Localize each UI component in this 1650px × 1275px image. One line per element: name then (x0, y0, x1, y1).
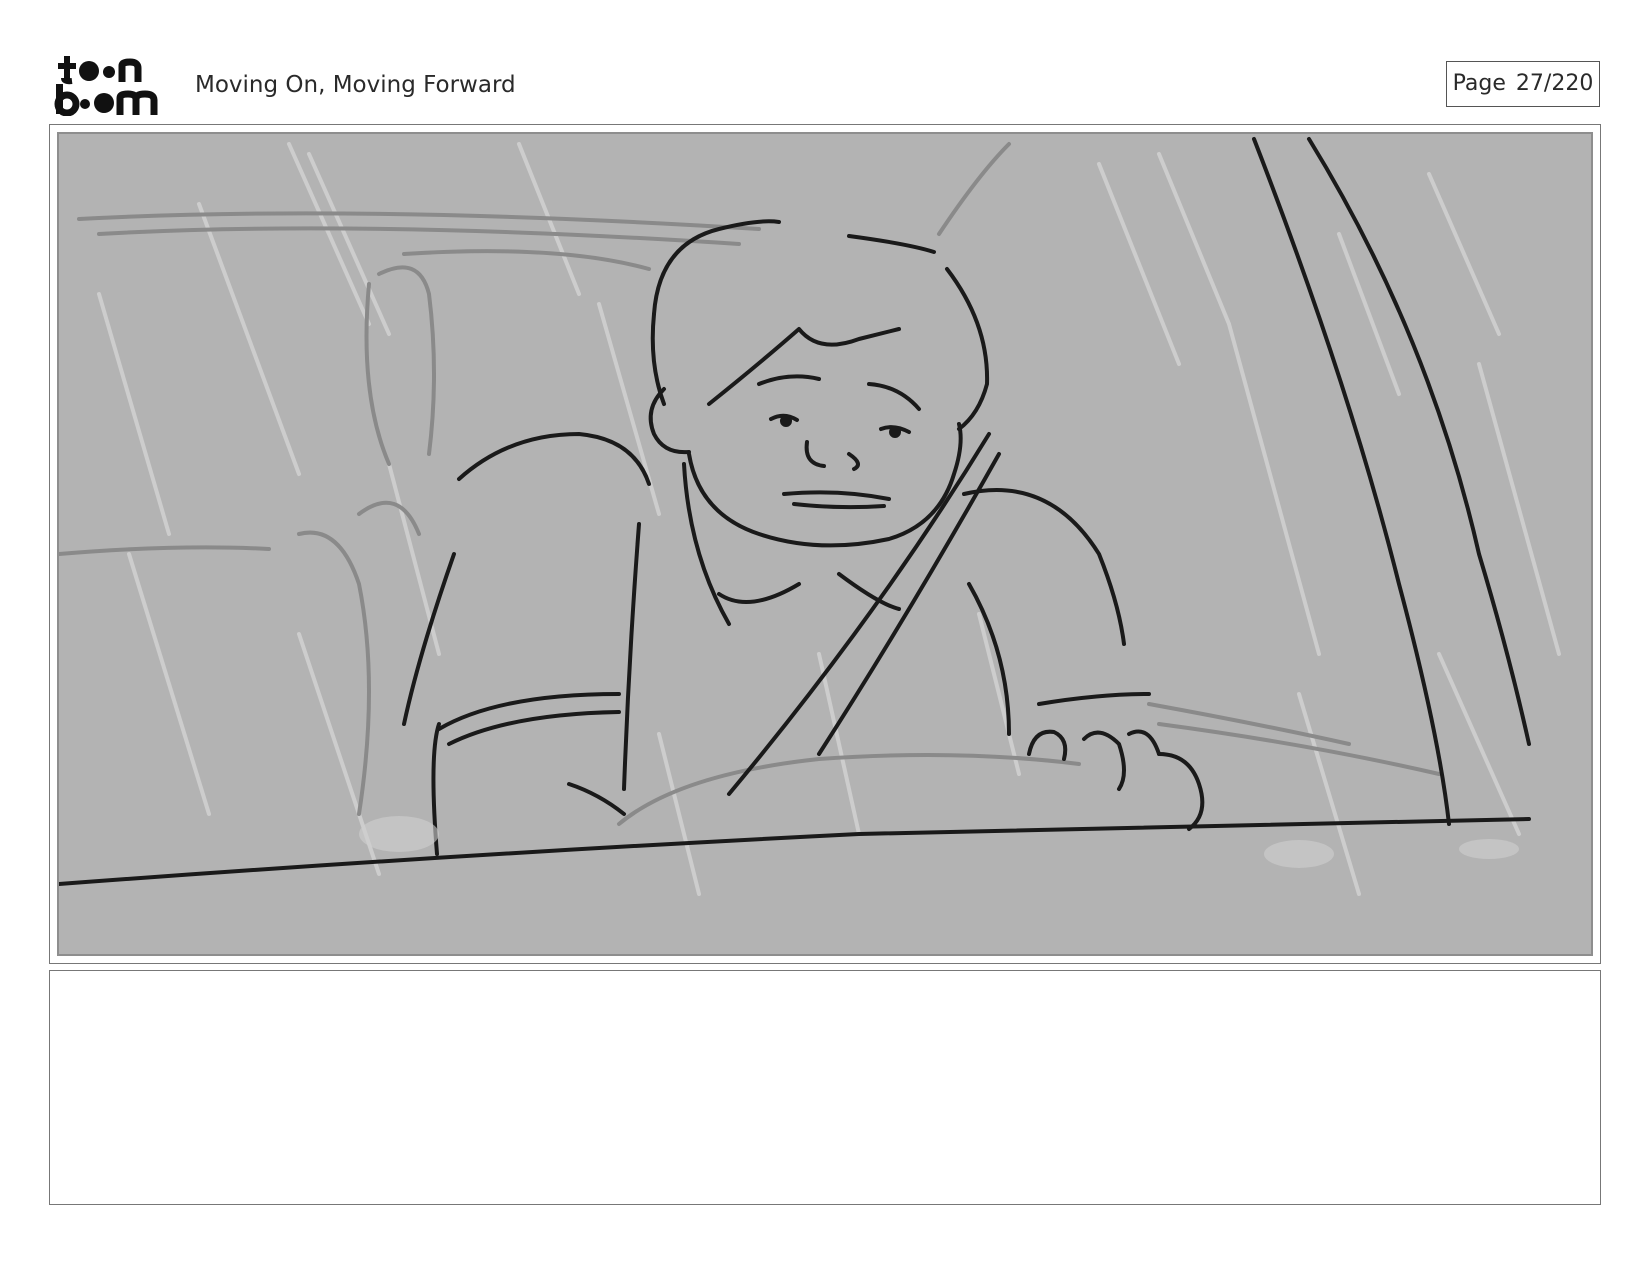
project-title: Moving On, Moving Forward (195, 72, 516, 98)
page-counter: Page 27/220 (1446, 61, 1600, 107)
storyboard-panel-frame (49, 124, 1601, 964)
toon-boom-logo (54, 54, 172, 116)
sketch-drawing (59, 137, 1561, 896)
panel-notes-box (49, 970, 1601, 1205)
page-label: Page (1452, 71, 1506, 96)
car-interior-lines (59, 142, 1441, 826)
storyboard-sketch-image (57, 132, 1593, 956)
page-number: 27/220 (1515, 71, 1594, 96)
rain-streaks (97, 142, 1561, 896)
character-sketch (59, 137, 1531, 886)
